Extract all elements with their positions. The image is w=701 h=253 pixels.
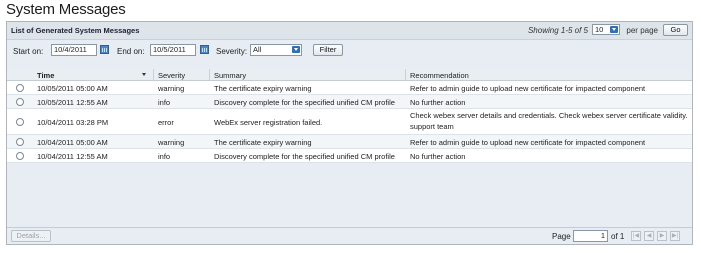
cell-summary: Discovery complete for the specified uni…	[214, 98, 395, 107]
cell-summary: The certificate expiry warning	[214, 84, 312, 93]
table-row[interactable]: 10/04/2011 05:00 AM warning The certific…	[7, 135, 692, 149]
cell-severity: error	[158, 118, 174, 127]
cell-severity: info	[158, 152, 171, 161]
page-count: of 1	[611, 232, 625, 241]
column-header-severity[interactable]: Severity	[158, 71, 185, 80]
row-radio[interactable]	[16, 152, 24, 160]
table-header: Time Severity Summary Recommendation	[7, 69, 692, 81]
cell-recommendation: Refer to admin guide to upload new certi…	[410, 84, 646, 93]
cell-severity: warning	[158, 84, 185, 93]
row-radio[interactable]	[16, 98, 24, 106]
severity-label: Severity:	[216, 47, 248, 56]
system-messages-panel: List of Generated System Messages Showin…	[6, 21, 693, 245]
cell-severity: info	[158, 98, 171, 107]
page-label: Page	[552, 232, 571, 241]
next-page-icon[interactable]: ▶	[657, 231, 667, 241]
per-page-value: 10	[595, 25, 604, 34]
cell-summary: Discovery complete for the specified uni…	[214, 152, 395, 161]
table-footer: Details... Page 1 of 1 |◀ ◀ ▶ ▶|	[7, 227, 692, 244]
filter-button[interactable]: Filter	[313, 44, 343, 56]
column-header-recommendation[interactable]: Recommendation	[410, 71, 469, 80]
cell-time: 10/05/2011 12:55 AM	[37, 98, 108, 107]
details-button[interactable]: Details...	[11, 230, 51, 242]
start-date-input[interactable]: 10/4/2011	[51, 44, 97, 56]
chevron-down-icon	[610, 26, 618, 33]
chevron-down-icon	[292, 46, 300, 53]
end-date-input[interactable]: 10/5/2011	[150, 44, 196, 56]
row-radio[interactable]	[16, 118, 24, 126]
first-page-icon[interactable]: |◀	[631, 231, 641, 241]
row-radio[interactable]	[16, 84, 24, 92]
row-radio[interactable]	[16, 138, 24, 146]
cell-recommendation: No further action	[410, 98, 466, 107]
table-row[interactable]: 10/05/2011 12:55 AM info Discovery compl…	[7, 95, 692, 109]
cell-summary: The certificate expiry warning	[214, 138, 312, 147]
cell-severity: warning	[158, 138, 185, 147]
end-on-label: End on:	[117, 47, 145, 56]
cell-recommendation: Refer to admin guide to upload new certi…	[410, 138, 646, 147]
severity-select[interactable]: All	[250, 44, 302, 56]
page-title: System Messages	[6, 1, 126, 18]
messages-table: Time Severity Summary Recommendation 10/…	[7, 69, 692, 163]
page-number-input[interactable]: 1	[573, 230, 608, 242]
panel-header: List of Generated System Messages Showin…	[7, 22, 692, 40]
panel-title: List of Generated System Messages	[11, 26, 140, 35]
column-header-summary[interactable]: Summary	[214, 71, 246, 80]
cell-time: 10/05/2011 05:00 AM	[37, 84, 108, 93]
cell-recommendation: Check webex server details and credentia…	[410, 111, 688, 131]
prev-page-icon[interactable]: ◀	[644, 231, 654, 241]
per-page-select[interactable]: 10	[592, 24, 620, 35]
results-count: Showing 1-5 of 5	[527, 26, 588, 35]
severity-value: All	[253, 45, 262, 54]
table-row[interactable]: 10/04/2011 03:28 PM error WebEx server r…	[7, 109, 692, 135]
cell-recommendation: No further action	[410, 152, 466, 161]
calendar-icon[interactable]	[200, 45, 209, 54]
column-header-time[interactable]: Time	[37, 71, 54, 80]
cell-summary: WebEx server registration failed.	[214, 118, 323, 127]
go-button[interactable]: Go	[663, 24, 688, 36]
per-page-label: per page	[626, 26, 658, 35]
cell-time: 10/04/2011 03:28 PM	[37, 118, 109, 127]
filter-bar: Start on: 10/4/2011 End on: 10/5/2011 Se…	[7, 40, 692, 60]
sort-desc-icon[interactable]	[142, 73, 146, 76]
start-on-label: Start on:	[13, 47, 44, 56]
cell-time: 10/04/2011 05:00 AM	[37, 138, 108, 147]
last-page-icon[interactable]: ▶|	[670, 231, 680, 241]
calendar-icon[interactable]	[100, 45, 109, 54]
table-row[interactable]: 10/05/2011 05:00 AM warning The certific…	[7, 81, 692, 95]
table-row[interactable]: 10/04/2011 12:55 AM info Discovery compl…	[7, 149, 692, 163]
cell-time: 10/04/2011 12:55 AM	[37, 152, 108, 161]
